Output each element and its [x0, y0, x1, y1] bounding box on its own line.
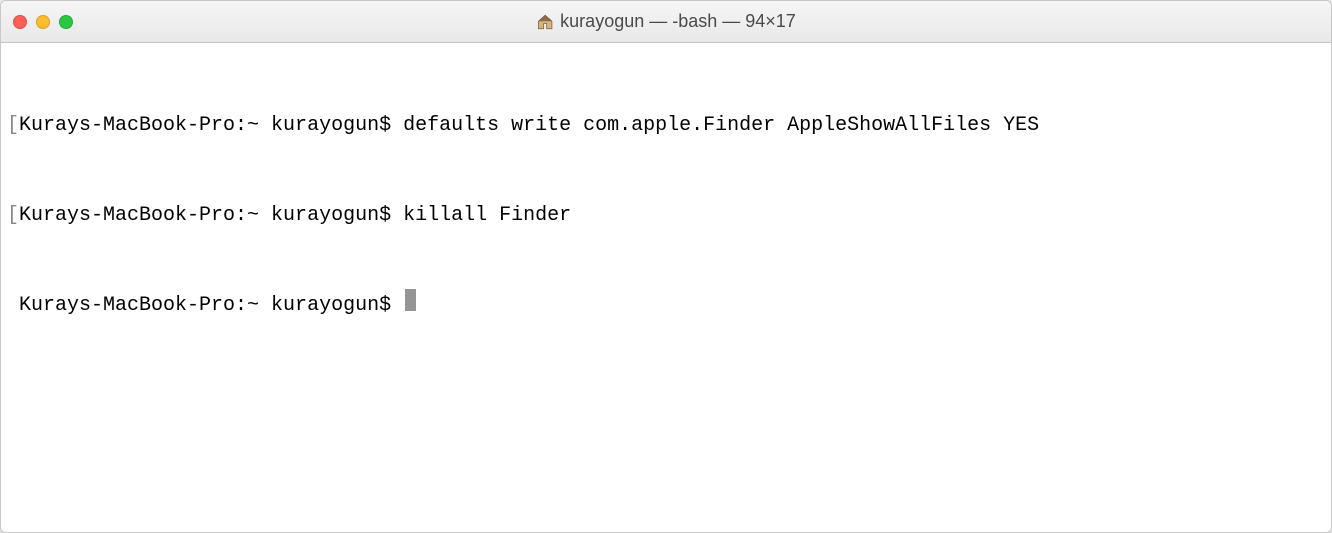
- line-bracket: [: [7, 201, 19, 231]
- home-icon: [536, 13, 554, 31]
- traffic-lights: [13, 15, 73, 29]
- cursor: [405, 289, 416, 311]
- prompt: Kurays-MacBook-Pro:~ kurayogun$: [19, 111, 403, 141]
- window-title-container: kurayogun — -bash — 94×17: [536, 11, 796, 32]
- command: defaults write com.apple.Finder AppleSho…: [403, 111, 1039, 141]
- close-button[interactable]: [13, 15, 27, 29]
- title-bar[interactable]: kurayogun — -bash — 94×17: [1, 1, 1331, 43]
- terminal-line: [Kurays-MacBook-Pro:~ kurayogun$ killall…: [7, 201, 1325, 231]
- minimize-button[interactable]: [36, 15, 50, 29]
- terminal-line: Kurays-MacBook-Pro:~ kurayogun$: [7, 291, 1325, 321]
- terminal-window: kurayogun — -bash — 94×17 [Kurays-MacBoo…: [0, 0, 1332, 533]
- prompt: Kurays-MacBook-Pro:~ kurayogun$: [19, 291, 403, 321]
- line-bracket: [: [7, 111, 19, 141]
- terminal-line: [Kurays-MacBook-Pro:~ kurayogun$ default…: [7, 111, 1325, 141]
- window-title: kurayogun — -bash — 94×17: [560, 11, 796, 32]
- command: killall Finder: [403, 201, 571, 231]
- prompt: Kurays-MacBook-Pro:~ kurayogun$: [19, 201, 403, 231]
- line-bracket: [7, 291, 19, 321]
- maximize-button[interactable]: [59, 15, 73, 29]
- terminal-content[interactable]: [Kurays-MacBook-Pro:~ kurayogun$ default…: [1, 43, 1331, 532]
